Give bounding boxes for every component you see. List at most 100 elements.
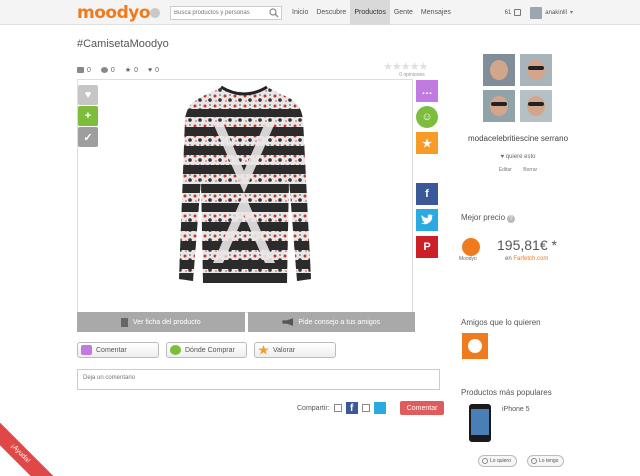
collage-photo [520,54,552,86]
pinterest-icon: P [423,241,431,253]
stars-count: 0 [134,66,138,74]
comment-icon [77,67,84,73]
share-facebook-checkbox[interactable] [333,404,342,412]
moodyo-store-icon [462,238,480,256]
donde-comprar-button[interactable]: Dónde Comprar [166,342,247,358]
megaphone-icon [282,318,294,326]
where-to-buy-side-button[interactable]: ☺ [416,106,438,128]
rate-side-button[interactable]: ★ [416,132,438,154]
shops-stat: 0 [100,66,115,74]
facebook-icon: f [425,188,429,200]
circle-icon [482,458,488,464]
comment-input[interactable] [78,370,439,389]
product-actions: Comentar Dónde Comprar Valorar [77,342,336,358]
search-box[interactable] [170,6,282,20]
nav-gente[interactable]: Gente [390,0,417,25]
moodyo-logo[interactable]: moodyo [77,3,151,23]
page-title: #CamisetaMoodyo [77,38,169,50]
notification-icon[interactable] [514,9,522,16]
rating-widget[interactable]: ★★★★★ 0 opiniones [383,60,441,78]
product-shirt-image[interactable] [173,83,315,289]
comments-count: 0 [87,66,91,74]
star-icon: ★ [124,67,132,74]
owner-username[interactable]: modacelebritiescine serrano [455,133,581,144]
notification-count: 61 [504,9,512,16]
submit-comment-button[interactable]: Comentar [399,401,445,415]
share-label: Compartir: [297,404,330,412]
comment-bubble-icon: … [421,85,433,97]
popular-product-image[interactable] [469,404,491,442]
comment-box[interactable] [77,369,440,390]
facebook-share-button[interactable]: f [416,183,438,205]
logo-badge-icon [150,8,160,18]
add-button[interactable]: + [78,106,98,126]
pide-consejo-button[interactable]: Pide consejo a tus amigos [247,312,415,332]
username[interactable]: anakinlll [545,10,567,16]
shop-icon [100,67,108,73]
have-it-button[interactable]: ✓ [78,127,98,147]
user-area: 61 anakinlll ▾ [505,0,573,25]
product-box-footer: Ver ficha del producto Pide consejo a tu… [77,312,415,332]
shops-count: 0 [110,66,115,74]
populares-title: Productos más populares [461,388,552,397]
heart-icon: ♥ [84,89,92,101]
twitter-icon [373,402,386,414]
moodyo-store-label: Moodyo [459,256,477,262]
help-icon[interactable]: ? [507,215,516,223]
top-navigation-bar: moodyo Inicio Descubre Productos Gente M… [0,0,640,25]
facebook-icon: f [345,402,358,414]
main-nav: Inicio Descubre Productos Gente Mensajes [288,0,455,25]
comentar-button[interactable]: Comentar [77,342,159,358]
amigos-title: Amigos que lo quieren [461,318,541,327]
lo-tengo-button[interactable]: Lo tengo [527,455,565,467]
share-twitter-checkbox[interactable] [361,404,370,412]
search-icon[interactable] [269,8,279,18]
comment-side-button[interactable]: … [416,80,438,102]
store-link[interactable]: Farfetch.com [513,256,548,262]
lo-quiero-label: Lo quiero [490,458,511,464]
twitter-share-button[interactable] [416,209,438,231]
delete-link[interactable]: Borrar [523,167,537,173]
lo-quiero-button[interactable]: Lo quiero [478,455,517,467]
valorar-label: Valorar [273,346,296,354]
friend-avatar[interactable] [462,333,488,359]
pide-consejo-label: Pide consejo a tus amigos [298,318,381,326]
search-input[interactable] [171,7,267,19]
document-icon [120,317,128,327]
nav-productos[interactable]: Productos [350,0,390,25]
mejor-precio-title: Mejor precio? [461,213,516,223]
share-row: Compartir: f Comentar [297,401,445,415]
check-icon: ✓ [83,131,93,144]
likes-count: 0 [155,66,160,74]
pinterest-share-button[interactable]: P [416,236,438,258]
nav-mensajes[interactable]: Mensajes [417,0,455,25]
collage-photo [520,90,552,122]
mejor-precio-label: Mejor precio [461,213,506,222]
help-tab[interactable]: ¡Ayuda! [0,414,60,476]
shop-icon [170,345,181,355]
twitter-icon [421,214,434,225]
collage-photo [483,54,515,86]
valorar-button[interactable]: Valorar [254,342,336,358]
ver-ficha-button[interactable]: Ver ficha del producto [77,312,245,332]
plus-icon: + [84,110,92,122]
shop-smile-icon: ☺ [421,111,433,123]
star-icon [258,345,269,355]
like-button[interactable]: ♥ [78,85,98,105]
popular-product-name[interactable]: iPhone 5 [502,406,530,413]
nav-inicio[interactable]: Inicio [288,0,312,25]
best-price: 195,81€ * [497,237,557,253]
quiere-esto-label: ♥ quiere esto [500,154,536,160]
star-icon: ★ [422,137,432,150]
user-collage-avatar[interactable] [483,54,553,122]
heart-icon: ♥ [148,66,153,74]
ver-ficha-label: Ver ficha del producto [132,318,201,326]
nav-descubre[interactable]: Descubre [312,0,350,25]
collage-photo [483,90,515,122]
product-stats: 0 0 ★ 0 ♥ 0 [77,66,159,74]
chevron-down-icon[interactable]: ▾ [570,9,573,16]
comments-stat: 0 [77,66,91,74]
edit-link[interactable]: Editar [499,167,512,173]
user-avatar[interactable] [530,6,543,19]
comment-icon [81,345,92,355]
